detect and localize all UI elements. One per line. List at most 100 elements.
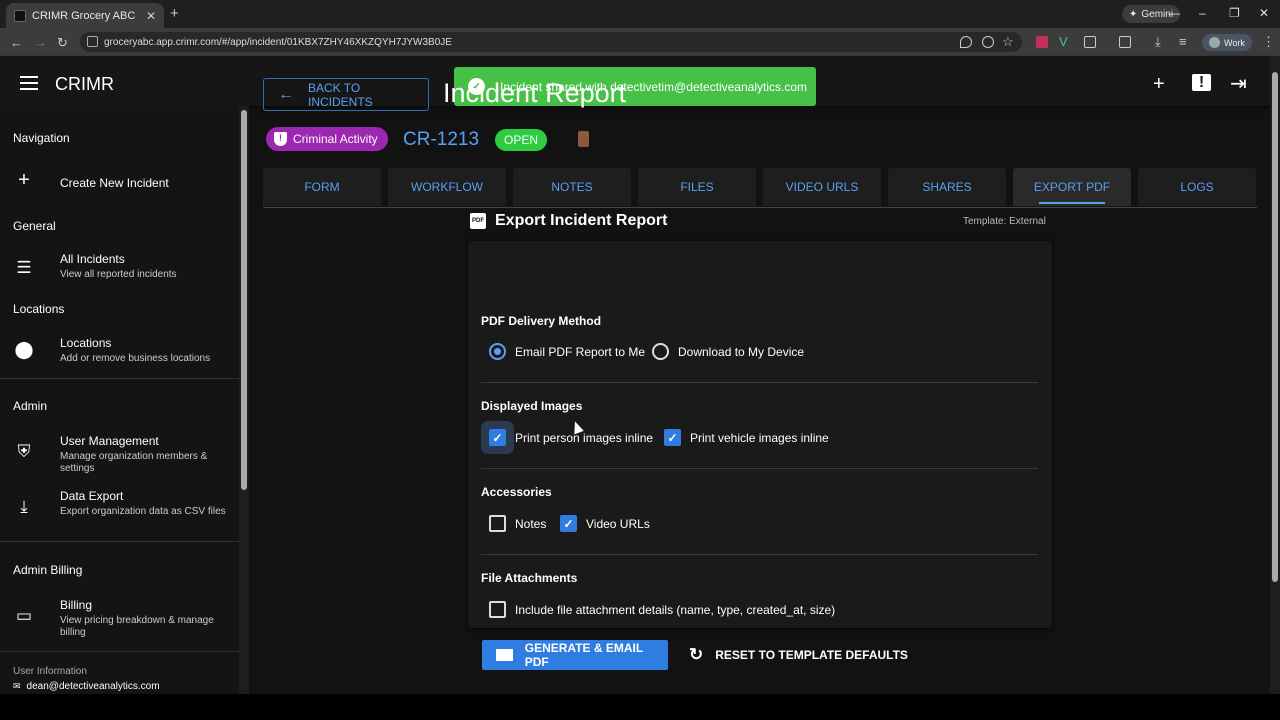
generate-email-pdf-button[interactable]: GENERATE & EMAIL PDF	[482, 640, 668, 670]
logout-icon[interactable]: ⇥	[1230, 74, 1247, 94]
clipboard-icon[interactable]	[578, 131, 589, 147]
email-radio-option[interactable]: Email PDF Report to Me	[489, 343, 645, 360]
user-email: ✉ dean@detectiveanalytics.com	[13, 681, 160, 692]
mail-icon: ✉	[13, 681, 21, 691]
notes-checkbox[interactable]	[489, 515, 506, 532]
reset-button-label: RESET TO TEMPLATE DEFAULTS	[715, 648, 908, 662]
vehicle-images-option[interactable]: ✓ Print vehicle images inline	[664, 429, 829, 446]
browser-tab[interactable]: CRIMR Grocery ABC ✕	[6, 3, 164, 28]
export-heading-text: Export Incident Report	[495, 212, 668, 229]
download-radio-label: Download to My Device	[678, 344, 805, 359]
location-icon[interactable]	[960, 36, 972, 48]
sidebar-section-admin-billing: Admin Billing	[13, 563, 83, 577]
profile-label: Work	[1224, 37, 1245, 48]
app-brand: CRIMR	[55, 74, 114, 94]
back-icon[interactable]: ←	[10, 35, 23, 50]
sidebar-divider	[0, 651, 239, 652]
sidebar-item-locations[interactable]: ⬤ Locations Add or remove business locat…	[0, 330, 239, 370]
video-urls-option[interactable]: ✓ Video URLs	[560, 515, 650, 532]
close-tab-icon[interactable]: ✕	[146, 9, 156, 23]
sidebar-item-label: User Management	[60, 434, 159, 448]
minimize-icon[interactable]: —	[1168, 6, 1180, 20]
feedback-icon[interactable]: !	[1192, 74, 1211, 91]
download-icon[interactable]: ⤓	[1155, 34, 1161, 50]
sidebar-item-user-management[interactable]: ⛨ User Management Manage organization me…	[0, 428, 239, 478]
notes-label: Notes	[515, 516, 547, 531]
notes-option[interactable]: Notes	[489, 515, 546, 532]
category-label: Criminal Activity	[293, 132, 378, 146]
sidebar-item-label: All Incidents	[60, 252, 125, 266]
tab-files[interactable]: FILES	[638, 168, 756, 206]
back-button-label: BACK TO INCIDENTS	[308, 80, 373, 109]
download-radio-option[interactable]: Download to My Device	[652, 343, 804, 360]
sidebar-item-label: Locations	[60, 336, 112, 350]
minimize-window-icon[interactable]: –	[1199, 6, 1206, 20]
tab-notes[interactable]: NOTES	[513, 168, 631, 206]
incident-tabs: FORM WORKFLOW NOTES FILES VIDEO URLS SHA…	[263, 168, 1257, 208]
location-pin-icon: ⬤	[14, 340, 34, 359]
reload-icon[interactable]: ↻	[57, 35, 68, 51]
restore-window-icon[interactable]: ❐	[1229, 6, 1240, 20]
site-info-icon[interactable]	[87, 36, 98, 47]
video-urls-checkbox[interactable]: ✓	[560, 515, 577, 532]
tab-workflow[interactable]: WORKFLOW	[388, 168, 506, 206]
divider	[481, 554, 1038, 555]
sidebar-item-subtitle: View all reported incidents	[60, 269, 177, 280]
reset-defaults-button[interactable]: ↻ RESET TO TEMPLATE DEFAULTS	[689, 640, 908, 670]
sidebar-item-data-export[interactable]: ⤓ Data Export Export organization data a…	[0, 483, 239, 533]
tab-shares[interactable]: SHARES	[888, 168, 1006, 206]
download-radio[interactable]	[652, 343, 669, 360]
credit-card-icon: ▭	[15, 606, 33, 625]
menu-kebab-icon[interactable]: ⋮	[1262, 34, 1275, 50]
sidebar-item-subtitle: Manage organization members & settings	[60, 451, 208, 474]
close-window-icon[interactable]: ✕	[1259, 6, 1269, 20]
sidebar-section-navigation: Navigation	[13, 131, 70, 145]
tab-form[interactable]: FORM	[263, 168, 381, 206]
reading-list-icon[interactable]: ≡	[1179, 34, 1187, 49]
person-images-checkbox[interactable]: ✓	[489, 429, 506, 446]
puzzle-icon[interactable]	[1084, 36, 1096, 48]
url-field[interactable]: groceryabc.app.crimr.com/#/app/incident/…	[80, 32, 1022, 52]
attachment-details-checkbox[interactable]	[489, 601, 506, 618]
zoom-icon[interactable]	[982, 36, 994, 48]
attachment-details-label: Include file attachment details (name, t…	[515, 602, 836, 617]
displayed-images-header: Displayed Images	[481, 399, 583, 413]
vehicle-images-checkbox[interactable]: ✓	[664, 429, 681, 446]
vehicle-images-label: Print vehicle images inline	[690, 430, 829, 445]
attachment-details-option[interactable]: Include file attachment details (name, t…	[489, 601, 835, 618]
sidebar-item-subtitle: Add or remove business locations	[60, 353, 211, 364]
tab-logs[interactable]: LOGS	[1138, 168, 1256, 206]
avatar	[1209, 37, 1220, 48]
sidebar-item-create-incident[interactable]: + Create New Incident	[0, 161, 239, 201]
profile-button[interactable]: Work	[1202, 34, 1252, 51]
page-scrollbar-thumb[interactable]	[1272, 72, 1278, 582]
forward-icon[interactable]: →	[34, 35, 47, 50]
sparkle-icon: ✦	[1129, 8, 1138, 20]
vimeo-extension-icon[interactable]: V	[1059, 34, 1068, 49]
export-card: PDF Delivery Method Email PDF Report to …	[468, 241, 1052, 628]
user-info-label: User Information	[13, 666, 87, 677]
address-bar-row: ← → ↻ groceryabc.app.crimr.com/#/app/inc…	[0, 28, 1280, 56]
bookmark-star-icon[interactable]: ☆	[1002, 34, 1014, 50]
sidebar-scrollbar-thumb[interactable]	[241, 110, 247, 490]
taskbar-strip	[0, 694, 1280, 720]
new-tab-icon[interactable]: +	[170, 5, 179, 22]
page-scrollbar[interactable]	[1270, 56, 1280, 694]
extension-icon[interactable]	[1036, 36, 1048, 48]
tab-export-pdf[interactable]: EXPORT PDF	[1013, 168, 1131, 206]
reset-icon: ↻	[689, 645, 704, 664]
list-icon: ☰	[16, 258, 32, 277]
sidebar-item-billing[interactable]: ▭ Billing View pricing breakdown & manag…	[0, 592, 239, 642]
delivery-method-header: PDF Delivery Method	[481, 314, 602, 328]
email-radio[interactable]	[489, 343, 506, 360]
add-icon[interactable]: +	[1153, 74, 1165, 94]
sidebar-item-all-incidents[interactable]: ☰ All Incidents View all reported incide…	[0, 246, 239, 290]
back-to-incidents-button[interactable]: ← BACK TO INCIDENTS	[263, 78, 429, 111]
hamburger-menu-icon[interactable]	[20, 76, 38, 90]
export-heading: PDF Export Incident Report	[470, 212, 667, 230]
sidebar-scrollbar[interactable]	[239, 106, 249, 694]
person-images-option[interactable]: ✓ Print person images inline	[489, 429, 653, 446]
tab-video-urls[interactable]: VIDEO URLS	[763, 168, 881, 206]
tab-search-icon[interactable]	[1119, 36, 1131, 48]
sidebar-divider	[0, 378, 239, 379]
